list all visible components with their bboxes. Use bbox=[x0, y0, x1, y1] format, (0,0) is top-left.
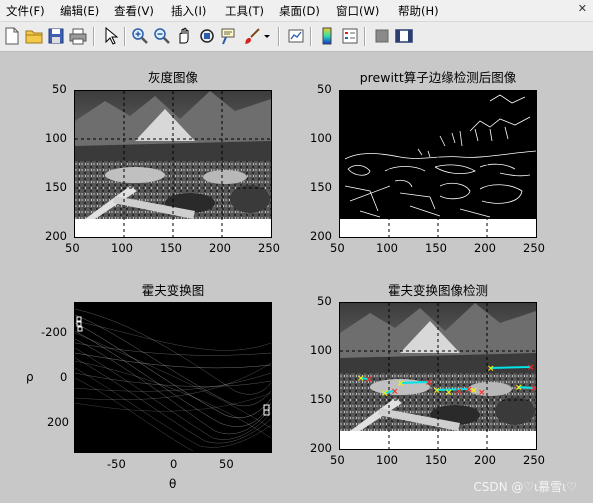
plot4-ytick: 150 bbox=[310, 392, 332, 406]
legend-icon[interactable] bbox=[339, 25, 361, 47]
menu-window[interactable]: 窗口(W) bbox=[336, 3, 379, 19]
plot3-ytick: 0 bbox=[60, 370, 68, 384]
svg-text:×: × bbox=[433, 386, 441, 396]
grayscale-image bbox=[75, 91, 271, 237]
svg-text:×: × bbox=[425, 378, 433, 388]
zoom-out-icon[interactable] bbox=[151, 25, 173, 47]
plot1-xtick: 150 bbox=[160, 241, 182, 255]
plot4-xtick: 250 bbox=[523, 453, 545, 467]
detection-image: × × × × × × × × × × × × × × × × bbox=[340, 303, 536, 449]
plot3-axes[interactable] bbox=[74, 302, 272, 453]
plot2-xtick: 100 bbox=[376, 241, 398, 255]
svg-text:×: × bbox=[381, 389, 389, 399]
toolbar-separator bbox=[278, 27, 280, 46]
plot3-xtick: -50 bbox=[107, 457, 126, 471]
open-icon[interactable] bbox=[23, 25, 45, 47]
menu-edit[interactable]: 编辑(E) bbox=[60, 3, 99, 19]
edge-image bbox=[340, 91, 536, 237]
data-cursor-icon[interactable] bbox=[218, 25, 240, 47]
toolbar-separator bbox=[93, 27, 95, 46]
svg-text:×: × bbox=[445, 388, 453, 398]
menu-bar: 文件(F) 编辑(E) 查看(V) 插入(I) 工具(T) 桌面(D) 窗口(W… bbox=[0, 0, 593, 22]
plot3-ylabel: ρ bbox=[26, 370, 34, 384]
plot1-xtick: 50 bbox=[65, 241, 80, 255]
plot1-ytick: 200 bbox=[45, 229, 67, 243]
menu-view[interactable]: 查看(V) bbox=[114, 3, 154, 19]
plot4-ytick: 100 bbox=[310, 343, 332, 357]
plot1-ytick: 50 bbox=[52, 82, 67, 96]
pan-icon[interactable] bbox=[173, 25, 195, 47]
plot4-ytick: 200 bbox=[310, 441, 332, 455]
menu-insert[interactable]: 插入(I) bbox=[171, 3, 206, 19]
plot2-ytick: 150 bbox=[310, 180, 332, 194]
plot2-ytick: 200 bbox=[310, 229, 332, 243]
plot4-xtick: 150 bbox=[425, 453, 447, 467]
svg-text:×: × bbox=[365, 375, 373, 385]
plot2-xtick: 50 bbox=[330, 241, 345, 255]
toolbar-separator bbox=[124, 27, 126, 46]
hough-transform-image bbox=[75, 308, 271, 452]
toolbar-separator bbox=[364, 27, 366, 46]
watermark: CSDN @♡ι慕雪ι♡ bbox=[473, 480, 577, 494]
colorbar-icon[interactable] bbox=[316, 25, 338, 47]
show-plot-tools-icon[interactable] bbox=[393, 25, 415, 47]
hide-plot-tools-icon[interactable] bbox=[371, 25, 393, 47]
plot2-title: prewitt算子边缘检测后图像 bbox=[359, 70, 517, 85]
svg-text:×: × bbox=[391, 387, 399, 397]
plot2-xtick: 250 bbox=[523, 241, 545, 255]
svg-text:×: × bbox=[530, 384, 536, 394]
plot1-title: 灰度图像 bbox=[147, 70, 198, 85]
rotate-3d-icon[interactable] bbox=[196, 25, 218, 47]
svg-text:×: × bbox=[357, 374, 365, 384]
plot2-ytick: 50 bbox=[317, 82, 332, 96]
svg-text:×: × bbox=[487, 364, 495, 374]
plot3-xtick: 50 bbox=[219, 457, 234, 471]
plot3-xtick: 0 bbox=[170, 457, 178, 471]
menu-desktop[interactable]: 桌面(D) bbox=[279, 3, 320, 19]
plot2-xtick: 200 bbox=[474, 241, 496, 255]
new-figure-icon[interactable] bbox=[1, 25, 23, 47]
plot1-axes[interactable] bbox=[74, 90, 272, 238]
toolbar bbox=[0, 22, 593, 52]
plot1-xtick: 200 bbox=[209, 241, 231, 255]
svg-text:×: × bbox=[455, 387, 463, 397]
plot3-ytick: -200 bbox=[41, 325, 68, 339]
plot4-axes[interactable]: × × × × × × × × × × × × × × × × bbox=[339, 302, 537, 450]
svg-text:×: × bbox=[515, 383, 523, 393]
brush-dropdown-icon[interactable] bbox=[262, 25, 272, 47]
menu-file[interactable]: 文件(F) bbox=[6, 3, 45, 19]
plot2-xtick: 150 bbox=[425, 241, 447, 255]
link-plot-icon[interactable] bbox=[285, 25, 307, 47]
figure-canvas: 灰度图像 50 100 150 200 50 100 150 200 250 p… bbox=[0, 52, 593, 503]
plot1-ytick: 100 bbox=[45, 131, 67, 145]
plot1-xtick: 100 bbox=[111, 241, 133, 255]
brush-icon[interactable] bbox=[242, 25, 264, 47]
plot2-axes[interactable] bbox=[339, 90, 537, 238]
plot1-xtick: 250 bbox=[258, 241, 280, 255]
save-icon[interactable] bbox=[45, 25, 67, 47]
menu-help[interactable]: 帮助(H) bbox=[398, 3, 439, 19]
zoom-in-icon[interactable] bbox=[129, 25, 151, 47]
svg-text:×: × bbox=[527, 363, 535, 373]
svg-text:×: × bbox=[470, 386, 478, 396]
plot4-xtick: 200 bbox=[474, 453, 496, 467]
plot1-ytick: 150 bbox=[45, 180, 67, 194]
svg-text:×: × bbox=[478, 388, 486, 398]
close-icon[interactable]: ✕ bbox=[578, 2, 587, 15]
plot3-xlabel: θ bbox=[169, 477, 177, 491]
plot4-title: 霍夫变换图像检测 bbox=[387, 283, 488, 298]
plot2-ytick: 100 bbox=[310, 131, 332, 145]
plot4-xtick: 50 bbox=[330, 453, 345, 467]
plot3-title: 霍夫变换图 bbox=[141, 283, 205, 298]
plot4-xtick: 100 bbox=[376, 453, 398, 467]
menu-tools[interactable]: 工具(T) bbox=[225, 3, 264, 19]
print-icon[interactable] bbox=[67, 25, 89, 47]
plot4-ytick: 50 bbox=[317, 294, 332, 308]
plot3-ytick: 200 bbox=[47, 415, 69, 429]
pointer-icon[interactable] bbox=[99, 25, 121, 47]
toolbar-separator bbox=[310, 27, 312, 46]
